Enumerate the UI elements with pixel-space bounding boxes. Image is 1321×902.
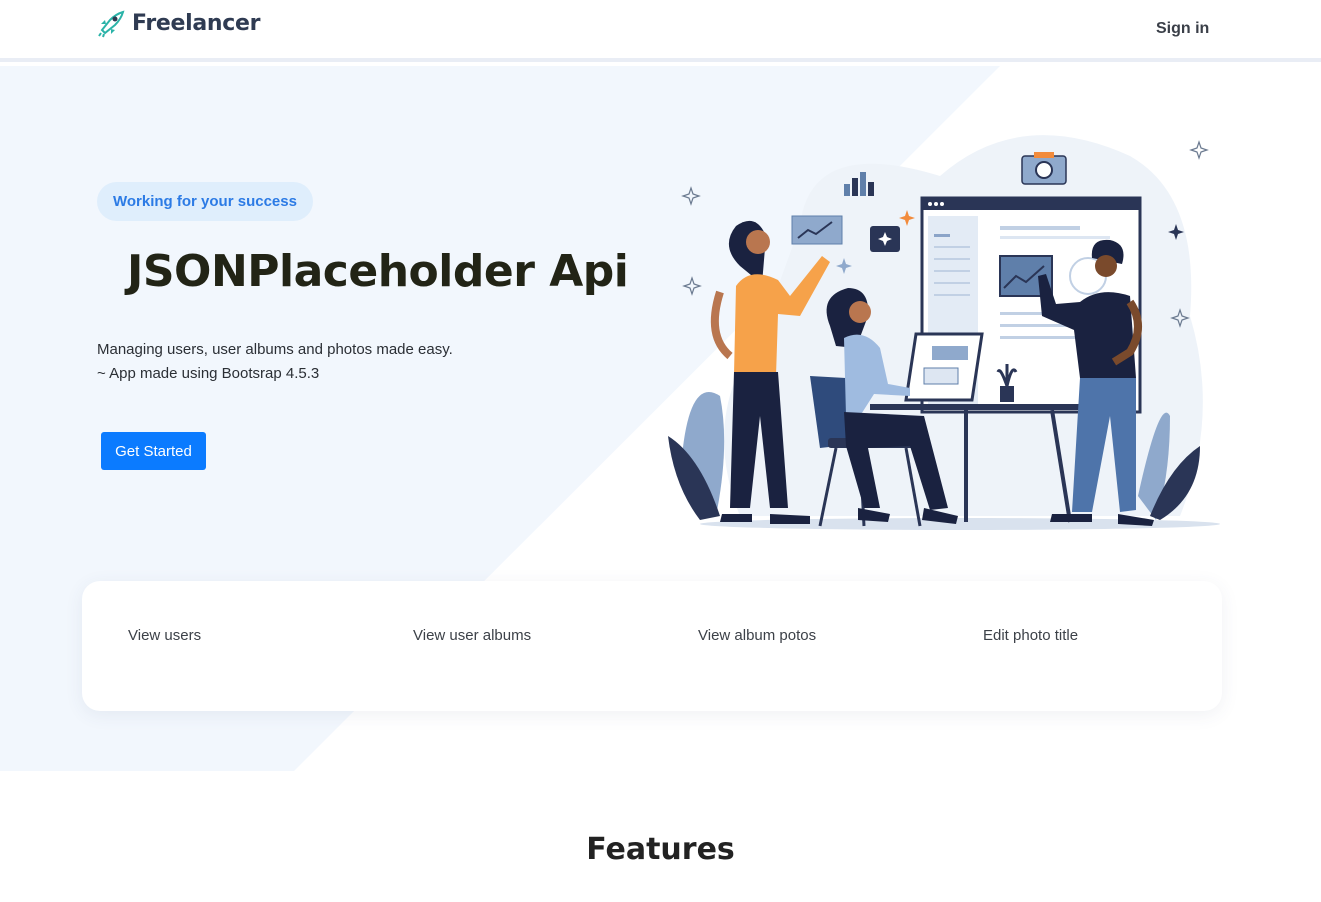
navbar: Freelancer Sign in: [0, 0, 1321, 62]
view-users-link[interactable]: View users: [128, 627, 201, 644]
view-user-albums-link[interactable]: View user albums: [413, 627, 531, 644]
brand-name: Freelancer: [132, 10, 261, 36]
get-started-button[interactable]: Get Started: [101, 432, 206, 470]
hero-badge: Working for your success: [97, 182, 313, 221]
hero-subtitle-line-1: Managing users, user albums and photos m…: [97, 341, 453, 358]
rocket-icon: [98, 10, 125, 38]
brand[interactable]: Freelancer: [96, 8, 260, 38]
features-heading: Features: [586, 832, 735, 867]
team-illustration: [668, 135, 1220, 530]
hero-subtitle: Managing users, user albums and photos m…: [97, 338, 453, 386]
view-album-photos-link[interactable]: View album potos: [698, 627, 816, 644]
sign-in-link[interactable]: Sign in: [1156, 20, 1209, 38]
hero-subtitle-line-2: ~ App made using Bootsrap 4.5.3: [97, 365, 320, 382]
hero-title: JSONPlaceholder Api: [127, 246, 629, 297]
feature-card: View users View user albums View album p…: [82, 581, 1222, 711]
edit-photo-title-link[interactable]: Edit photo title: [983, 627, 1078, 644]
